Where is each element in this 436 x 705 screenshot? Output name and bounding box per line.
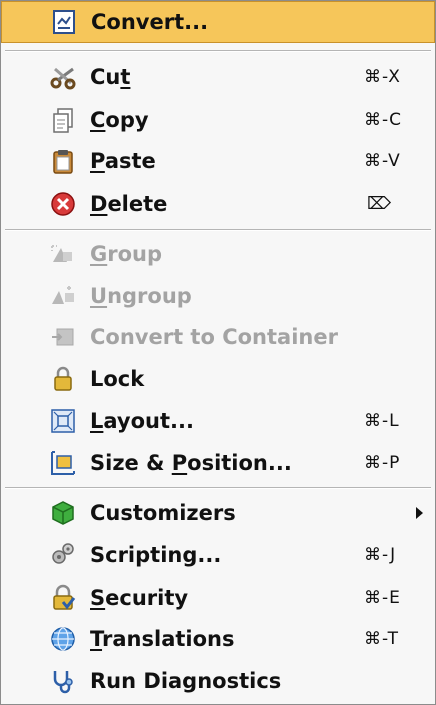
globe-icon — [49, 625, 77, 653]
shortcut-text: ⌘-C — [364, 110, 403, 130]
menu-item-convert[interactable]: Convert... — [1, 1, 435, 43]
menu-item-label: Convert... — [91, 10, 209, 34]
menu-separator — [5, 229, 431, 231]
shortcut-text: ⌘-X — [364, 67, 401, 87]
menu-item-delete[interactable]: Delete ⌦ — [1, 184, 435, 224]
menu-item-translations[interactable]: Translations ⌘-T — [1, 619, 435, 659]
menu-item-lock[interactable]: Lock — [1, 359, 435, 399]
menu-separator — [5, 487, 431, 489]
menu-item-label: Cut — [90, 65, 131, 89]
menu-item-label: Paste — [90, 149, 156, 173]
menu-item-group: Group — [1, 234, 435, 274]
shortcut-text: ⌘-V — [364, 151, 401, 171]
menu-item-label: Lock — [90, 367, 145, 391]
menu-item-customizers[interactable]: Customizers — [1, 493, 435, 533]
menu-item-label: Security — [90, 586, 189, 610]
context-menu: Convert... Cut ⌘-X Copy ⌘-C Paste ⌘-V De… — [0, 0, 436, 705]
menu-item-label: Copy — [90, 108, 149, 132]
menu-item-label: Run Diagnostics — [90, 669, 282, 693]
shortcut-text: ⌦ — [367, 194, 393, 214]
customizers-icon — [49, 499, 77, 527]
shortcut-text: ⌘-P — [364, 453, 401, 473]
security-icon — [49, 584, 77, 612]
menu-item-label: Scripting... — [90, 543, 222, 567]
stethoscope-icon — [49, 667, 77, 695]
container-icon — [49, 323, 77, 351]
menu-item-label: Group — [90, 242, 163, 266]
copy-document-icon — [49, 106, 77, 134]
shortcut-text: ⌘-J — [364, 545, 397, 565]
menu-separator — [5, 50, 431, 52]
menu-item-copy[interactable]: Copy ⌘-C — [1, 100, 435, 140]
submenu-arrow-icon — [416, 507, 423, 519]
menu-item-label: Translations — [90, 627, 235, 651]
shortcut-text: ⌘-E — [364, 588, 401, 608]
ungroup-icon — [49, 282, 77, 310]
menu-item-security[interactable]: Security ⌘-E — [1, 578, 435, 618]
menu-item-scripting[interactable]: Scripting... ⌘-J — [1, 535, 435, 575]
menu-item-label: Delete — [90, 192, 168, 216]
menu-item-paste[interactable]: Paste ⌘-V — [1, 141, 435, 181]
menu-item-label: Convert to Container — [90, 325, 338, 349]
menu-item-label: Customizers — [90, 501, 236, 525]
menu-item-label: Layout... — [90, 409, 194, 433]
delete-icon — [49, 190, 77, 218]
menu-item-size-position[interactable]: Size & Position... ⌘-P — [1, 442, 435, 484]
menu-item-layout[interactable]: Layout... ⌘-L — [1, 401, 435, 441]
menu-item-ungroup: Ungroup — [1, 276, 435, 316]
shortcut-text: ⌘-T — [364, 629, 399, 649]
scissors-icon — [49, 63, 77, 91]
menu-item-label: Size & Position... — [90, 451, 292, 475]
shortcut-text: ⌘-L — [364, 411, 400, 431]
clipboard-icon — [49, 147, 77, 175]
layout-icon — [49, 407, 77, 435]
menu-item-convert-to-container: Convert to Container — [1, 317, 435, 357]
menu-item-run-diagnostics[interactable]: Run Diagnostics — [1, 661, 435, 701]
group-icon — [49, 240, 77, 268]
size-position-icon — [49, 449, 77, 477]
gears-icon — [49, 541, 77, 569]
menu-item-label: Ungroup — [90, 284, 192, 308]
menu-item-cut[interactable]: Cut ⌘-X — [1, 57, 435, 97]
convert-icon — [50, 8, 78, 36]
lock-icon — [49, 365, 77, 393]
